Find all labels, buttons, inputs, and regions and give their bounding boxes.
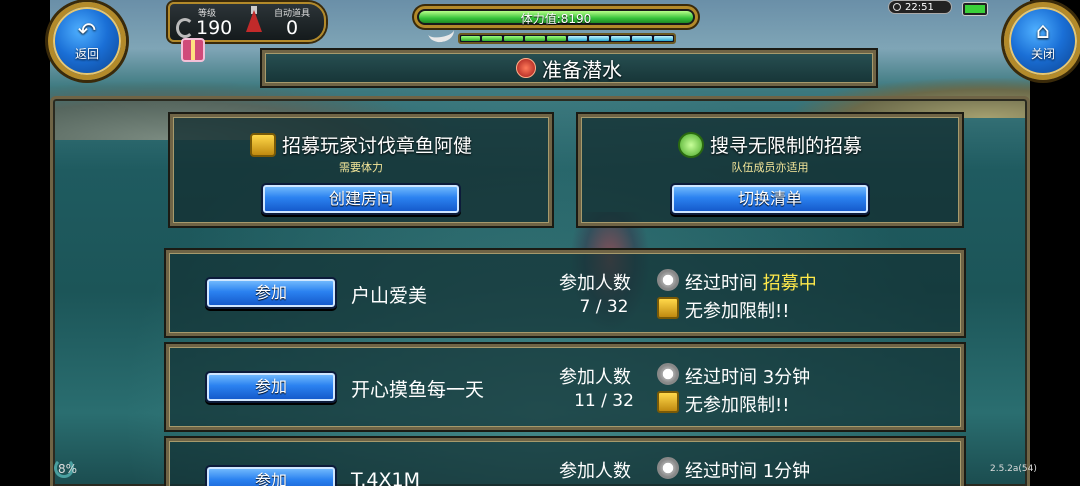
energy-segment [461, 36, 481, 41]
search-heading-row: 搜寻无限制的招募 [581, 131, 959, 158]
home-icon: ⌂ [1036, 18, 1050, 44]
join-limit: 无参加限制!! [685, 301, 790, 322]
letterbox-left [0, 0, 50, 486]
list-item: 参加 T.4X1M 参加人数 经过时间 1分钟 [166, 438, 964, 486]
join-button[interactable]: 参加 [205, 371, 337, 403]
auto-items-value: 0 [286, 17, 299, 39]
energy-segment [568, 36, 588, 41]
elapsed-label: 经过时间 [685, 461, 757, 482]
elapsed-time: 经过时间 3分钟 [685, 363, 810, 389]
energy-segment [653, 36, 674, 41]
close-button[interactable]: ⌂ 关闭 [1004, 2, 1080, 80]
elapsed-value: 1分钟 [762, 461, 811, 482]
join-limit: 无参加限制!! [685, 395, 790, 416]
energy-segment [525, 36, 545, 41]
search-subtext: 队伍成员亦适用 [731, 161, 809, 174]
energy-bar [458, 33, 676, 44]
energy-segment [589, 36, 609, 41]
clock-icon [893, 3, 901, 11]
join-button[interactable]: 参加 [205, 277, 337, 309]
elapsed-time: 经过时间 1分钟 [685, 457, 810, 483]
energy-segment [610, 36, 631, 41]
list-item: 参加 开心摸鱼每一天 参加人数 11 / 32 经过时间 3分钟 无参加限制!! [166, 344, 964, 430]
stopwatch-icon [657, 269, 679, 291]
elapsed-time: 经过时间 招募中 [685, 269, 817, 295]
dive-icon [516, 58, 536, 78]
energy-segment [632, 36, 652, 41]
list-item: 参加 户山爱美 参加人数 7 / 32 经过时间 招募中 无参加限制!! [166, 250, 964, 336]
stamina-text: 体力值:8190 [520, 12, 592, 26]
host-name: 开心摸鱼每一天 [351, 379, 485, 401]
energy-segment [503, 36, 524, 41]
switch-list-button[interactable]: 切换清单 [670, 183, 870, 215]
search-panel: 搜寻无限制的招募 队伍成员亦适用 切换清单 [578, 114, 962, 226]
bell-icon [657, 391, 679, 413]
level-icon [176, 18, 194, 38]
participants-count: 7 / 32 [579, 297, 629, 317]
title-plate: 准备潜水 [262, 50, 876, 86]
stopwatch-icon [657, 457, 679, 479]
host-name: 户山爱美 [351, 285, 428, 307]
bell-icon [249, 132, 276, 157]
energy-segment [546, 36, 567, 41]
back-label: 返回 [74, 46, 99, 61]
recruit-heading-row: 招募玩家讨伐章鱼阿健 [173, 131, 549, 158]
back-button[interactable]: ↶ 返回 [48, 2, 126, 80]
search-heading: 搜寻无限制的招募 [709, 135, 862, 157]
battery-icon [962, 2, 988, 16]
close-label: 关闭 [1030, 46, 1055, 61]
recruit-heading: 招募玩家讨伐章鱼阿健 [281, 135, 472, 157]
clock-box: 22:51 [888, 0, 952, 14]
participants-label: 参加人数 [559, 461, 631, 482]
stopwatch-icon [657, 363, 679, 385]
battery-fill [965, 5, 985, 13]
flask-icon[interactable] [246, 10, 262, 32]
clock-time: 22:51 [905, 1, 934, 13]
participants-count: 11 / 32 [574, 391, 634, 411]
elapsed-label: 经过时间 [685, 367, 757, 388]
gift-icon[interactable] [181, 38, 205, 62]
participants-label: 参加人数 [559, 367, 631, 388]
recruit-subtext: 需要体力 [339, 161, 383, 174]
elapsed-value: 招募中 [762, 273, 817, 294]
page-title: 准备潜水 [542, 57, 622, 82]
create-room-button[interactable]: 创建房间 [261, 183, 461, 215]
back-arrow-icon: ↶ [77, 18, 97, 44]
join-button[interactable]: 参加 [205, 465, 337, 486]
version-label: 2.5.2a(54) [990, 464, 1037, 474]
progress-percent: 8% [58, 462, 78, 476]
magnifier-icon [677, 131, 704, 158]
participants-label: 参加人数 [559, 273, 631, 294]
bell-icon [657, 297, 679, 319]
level-value: 190 [196, 17, 233, 39]
elapsed-label: 经过时间 [685, 273, 757, 294]
stamina-bar: 体力值:8190 [414, 6, 698, 28]
host-name: T.4X1M [351, 469, 420, 486]
player-stat-box: 等级 190 自动道具 0 [168, 2, 326, 42]
elapsed-value: 3分钟 [762, 367, 811, 388]
recruit-panel: 招募玩家讨伐章鱼阿健 需要体力 创建房间 [170, 114, 552, 226]
energy-segment [482, 36, 502, 41]
